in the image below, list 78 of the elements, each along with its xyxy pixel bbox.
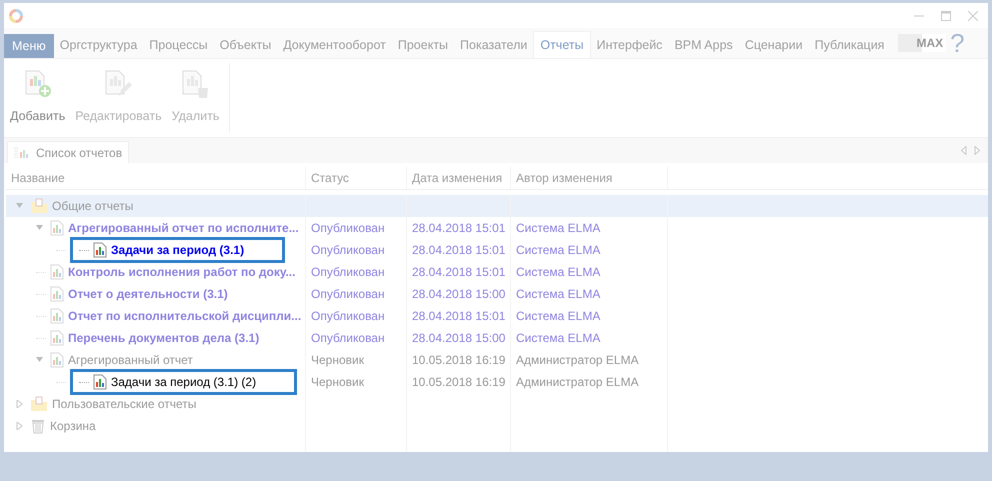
expanded-arrow-icon[interactable] (16, 202, 24, 210)
menu-tab[interactable]: Объекты (214, 31, 278, 58)
help-button[interactable]: ? (950, 30, 969, 56)
edit-report-icon (103, 69, 134, 99)
date-cell: 28.04.2018 15:01 (412, 265, 506, 279)
scroll-left-icon[interactable] (961, 146, 967, 155)
report-name[interactable]: Перечень документов дела (3.1) (68, 331, 260, 345)
add-button[interactable]: Добавить (10, 69, 66, 133)
menu-tab[interactable]: Показатели (454, 31, 534, 58)
logo-icon (8, 8, 24, 24)
author-cell: Система ELMA (516, 309, 600, 323)
status-cell: Опубликован (311, 265, 385, 279)
scroll-right-icon[interactable] (974, 146, 980, 155)
edition-badge: MAX (898, 34, 946, 52)
report-name[interactable]: Отчет о деятельности (3.1) (68, 287, 228, 301)
close-icon[interactable] (968, 10, 978, 20)
date-cell: 28.04.2018 15:01 (412, 221, 506, 235)
author-cell: Система ELMA (516, 221, 600, 235)
column-header[interactable]: Дата изменения (412, 171, 502, 185)
status-cell: Опубликован (311, 331, 385, 345)
folder-name[interactable]: Корзина (50, 419, 96, 433)
report-name[interactable]: Агрегированный отчет по исполните... (68, 221, 299, 235)
status-cell: Опубликован (311, 309, 385, 323)
status-cell: Черновик (311, 353, 364, 367)
menu-tab[interactable]: Интерфейс (590, 31, 668, 58)
trash-icon (30, 418, 46, 434)
folder-name[interactable]: Общие отчеты (52, 199, 134, 213)
report-icon (50, 220, 64, 236)
add-report-icon (22, 69, 53, 99)
folder-icon (30, 396, 48, 412)
maximize-icon[interactable] (941, 10, 951, 20)
column-header[interactable]: Название (11, 171, 65, 185)
delete-report-icon (180, 69, 210, 99)
collapsed-arrow-icon[interactable] (16, 400, 24, 408)
report-icon (50, 330, 64, 346)
folder-name[interactable]: Пользовательские отчеты (52, 397, 196, 411)
list-chart-icon (14, 146, 30, 160)
column-header[interactable]: Статус (311, 171, 349, 185)
menu-tab[interactable]: BPM Apps (668, 31, 739, 58)
date-cell: 28.04.2018 15:00 (412, 331, 506, 345)
report-icon (93, 374, 107, 390)
expanded-arrow-icon[interactable] (36, 356, 44, 364)
author-cell: Система ELMA (516, 243, 600, 257)
list-tab[interactable]: Список отчетов (7, 141, 130, 163)
date-cell: 10.05.2018 16:19 (412, 353, 506, 367)
status-cell: Опубликован (311, 287, 385, 301)
date-cell: 28.04.2018 15:01 (412, 309, 506, 323)
author-cell: Система ELMA (516, 331, 600, 345)
report-name[interactable]: Агрегированный отчет (68, 353, 193, 367)
menu-tab[interactable]: Документооборот (277, 31, 392, 58)
author-cell: Администратор ELMA (516, 375, 639, 389)
report-name[interactable]: Отчет по исполнительской дисципли... (68, 309, 302, 323)
menu-button[interactable]: Меню (4, 34, 54, 58)
menu-tab[interactable]: Публикация (808, 31, 890, 58)
column-header[interactable]: Автор изменения (516, 171, 612, 185)
report-icon (93, 242, 107, 258)
author-cell: Система ELMA (516, 265, 600, 279)
report-icon (50, 286, 64, 302)
author-cell: Администратор ELMA (516, 353, 639, 367)
date-cell: 10.05.2018 16:19 (412, 375, 506, 389)
menu-tab[interactable]: Процессы (143, 31, 214, 58)
menu-tab[interactable]: Оргструктура (54, 31, 144, 58)
report-name[interactable]: Контроль исполнения работ по доку... (68, 265, 296, 279)
menu-tab[interactable]: Проекты (392, 31, 454, 58)
status-cell: Черновик (311, 375, 364, 389)
folder-icon (30, 198, 48, 214)
menu-tab[interactable]: Сценарии (738, 31, 809, 58)
status-cell: Опубликован (311, 221, 385, 235)
author-cell: Система ELMA (516, 287, 600, 301)
date-cell: 28.04.2018 15:00 (412, 287, 506, 301)
report-icon (50, 308, 64, 324)
expanded-arrow-icon[interactable] (36, 224, 44, 232)
status-cell: Опубликован (311, 243, 385, 257)
report-icon (50, 352, 64, 368)
menu-tab[interactable]: Отчеты (533, 31, 591, 58)
report-icon (50, 264, 64, 280)
collapsed-arrow-icon[interactable] (16, 422, 24, 430)
date-cell: 28.04.2018 15:01 (412, 243, 506, 257)
